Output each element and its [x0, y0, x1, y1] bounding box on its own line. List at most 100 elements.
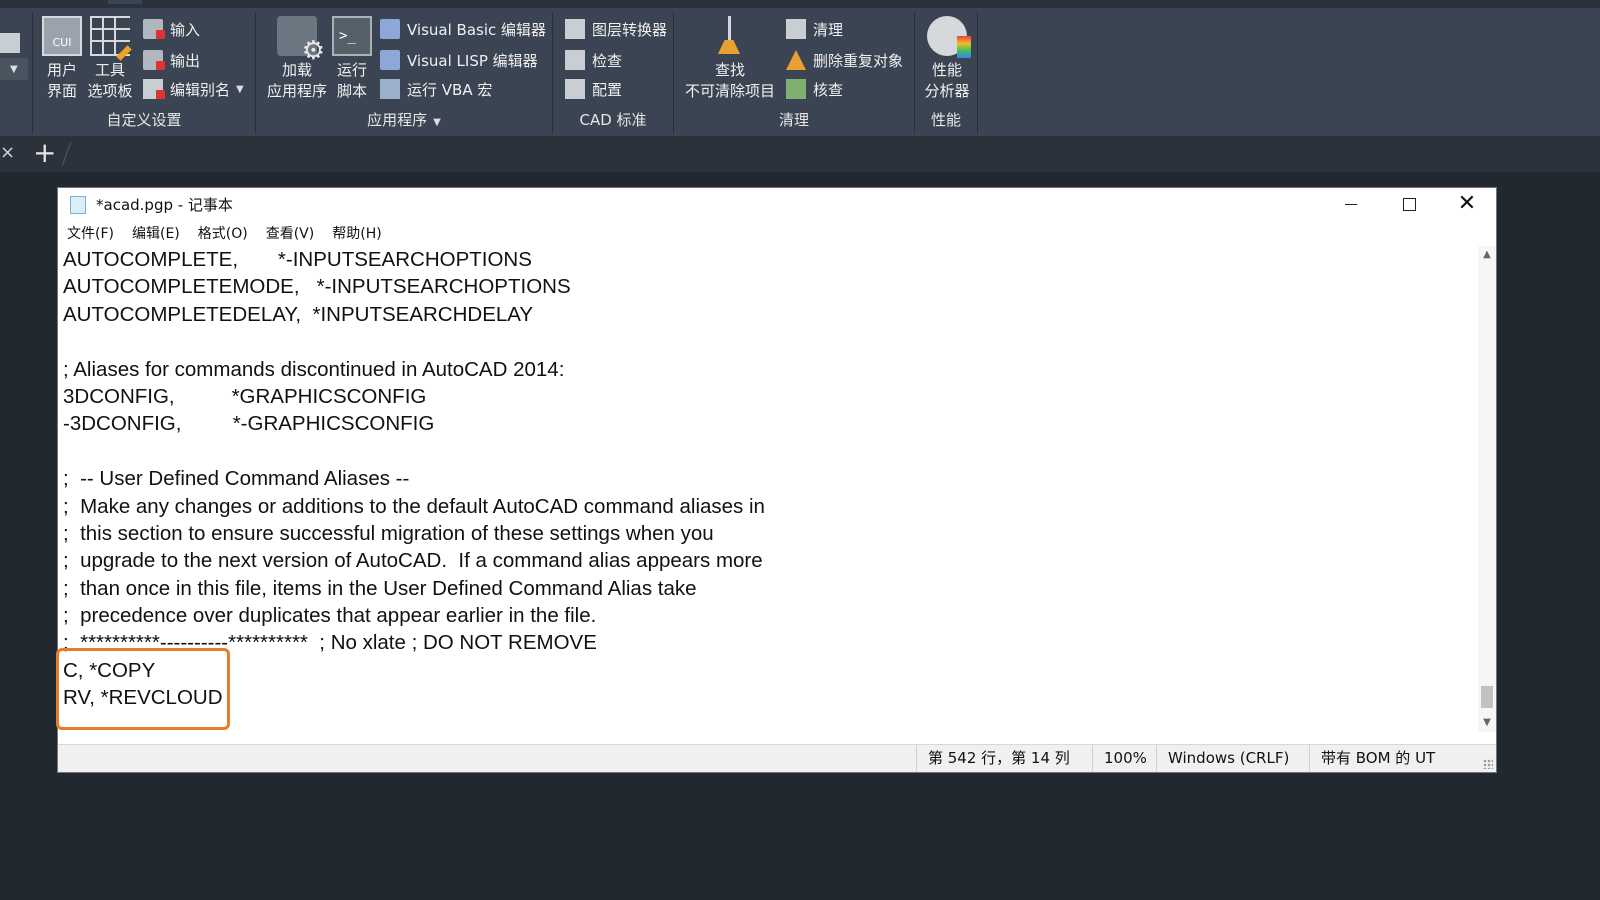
visual-lisp-icon [380, 50, 400, 70]
layer-translator-button[interactable]: 图层转换器 [565, 16, 667, 42]
text-line: ; Make any changes or additions to the d… [63, 494, 765, 518]
ribbon-tab[interactable] [244, 0, 278, 4]
resize-grip-icon[interactable] [1483, 759, 1493, 769]
find-nonpurgeable-button[interactable]: 查找 不可清除项目 [678, 16, 782, 102]
scroll-thumb[interactable] [1481, 686, 1493, 708]
gear-icon [277, 16, 325, 62]
import-button[interactable]: 输入 [143, 16, 200, 42]
new-tab-button[interactable]: + [33, 136, 56, 170]
panel-customize-label: 自定义设置 [106, 111, 182, 129]
purge-icon [786, 19, 806, 39]
document-tab-bar: × + [0, 136, 1600, 172]
configure-standards-icon [565, 79, 585, 99]
menu-format[interactable]: 格式(O) [189, 221, 257, 245]
text-line: RV, *REVCLOUD [63, 686, 223, 710]
ribbon-tab[interactable] [176, 0, 210, 4]
ribbon-tab[interactable] [312, 0, 346, 4]
text-line: AUTOCOMPLETEDELAY, *INPUTSEARCHDELAY [63, 302, 534, 326]
configure-standards-button[interactable]: 配置 [565, 76, 622, 102]
audit-label: 核查 [813, 80, 844, 99]
purge-button[interactable]: 清理 [786, 16, 843, 42]
overkill-button[interactable]: 删除重复对象 [786, 47, 903, 73]
check-standards-button[interactable]: 检查 [565, 47, 622, 73]
close-tab-icon[interactable]: × [0, 142, 15, 163]
text-line: AUTOCOMPLETEMODE, *-INPUTSEARCHOPTIONS [63, 275, 571, 299]
text-line: ; this section to ensure successful migr… [63, 521, 714, 545]
minimize-button[interactable] [1322, 188, 1380, 220]
vba-macro-icon [380, 79, 400, 99]
user-interface-label-2: 界面 [46, 82, 77, 100]
panel-customize: 用户 界面 工具 选项板 输入 输出 编辑别名 ▼ 自定义设置 [33, 8, 255, 136]
text-line: -3DCONFIG, *-GRAPHICSCONFIG [63, 412, 435, 436]
maximize-icon [1402, 197, 1416, 211]
panel-cad-standards-label: CAD 标准 [579, 111, 647, 129]
window-title: *acad.pgp - 记事本 [96, 196, 233, 214]
highlight-annotation [56, 648, 230, 730]
visual-lisp-editor-button[interactable]: Visual LISP 编辑器 [380, 47, 538, 73]
tool-palettes-button[interactable]: 工具 选项板 [85, 16, 135, 102]
cui-icon [42, 16, 82, 56]
layer-translator-label: 图层转换器 [592, 20, 668, 39]
chevron-down-icon: ▼ [433, 117, 441, 128]
performance-analyzer-label-1: 性能 [931, 61, 962, 79]
title-bar[interactable]: *acad.pgp - 记事本 ✕ [58, 188, 1496, 220]
check-standards-icon [565, 50, 585, 70]
text-editor[interactable]: AUTOCOMPLETE, *-INPUTSEARCHOPTIONS AUTOC… [58, 246, 1478, 732]
ribbon-tab-strip [0, 0, 1600, 8]
panel-cad-standards: 图层转换器 检查 配置 CAD 标准 [553, 8, 673, 136]
run-vba-macro-label: 运行 VBA 宏 [407, 80, 493, 99]
user-interface-label-1: 用户 [46, 61, 77, 79]
ribbon-tab[interactable] [40, 0, 74, 4]
visual-basic-icon [380, 19, 400, 39]
ribbon: ▼ 用户 界面 工具 选项板 输入 输出 编辑别名 ▼ 自定义设置 [0, 8, 1600, 136]
overkill-label: 删除重复对象 [813, 51, 904, 70]
user-interface-button[interactable]: 用户 界面 [37, 16, 87, 102]
visual-basic-editor-button[interactable]: Visual Basic 编辑器 [380, 16, 546, 42]
performance-analyzer-button[interactable]: 性能 分析器 [921, 16, 973, 102]
text-line: ; than once in this file, items in the U… [63, 576, 697, 600]
vertical-scrollbar[interactable]: ▲ ▼ [1478, 246, 1496, 732]
panel-applications-label[interactable]: 应用程序 ▼ [256, 109, 552, 130]
scroll-up-icon[interactable]: ▲ [1478, 246, 1496, 264]
status-bar: 第 542 行，第 14 列 100% Windows (CRLF) 带有 BO… [58, 744, 1496, 772]
performance-gauge-icon [927, 16, 971, 58]
menu-bar: 文件(F) 编辑(E) 格式(O) 查看(V) 帮助(H) [58, 221, 391, 245]
panel-purge-label: 清理 [778, 111, 809, 129]
panel-applications: 加载 应用程序 运行 脚本 Visual Basic 编辑器 Visual LI… [256, 8, 552, 136]
load-application-label-2: 应用程序 [266, 82, 327, 100]
ribbon-tab[interactable] [380, 0, 414, 4]
import-label: 输入 [170, 20, 201, 39]
run-vba-macro-button[interactable]: 运行 VBA 宏 [380, 76, 492, 102]
run-script-label-1: 运行 [336, 61, 367, 79]
panel-purge: 查找 不可清除项目 清理 删除重复对象 核查 清理 [674, 8, 914, 136]
text-line [58, 438, 1478, 465]
stub-dropdown[interactable]: ▼ [0, 58, 28, 80]
visual-lisp-editor-label: Visual LISP 编辑器 [407, 51, 538, 70]
audit-button[interactable]: 核查 [786, 76, 843, 102]
notepad-icon [70, 196, 86, 214]
menu-edit[interactable]: 编辑(E) [123, 221, 189, 245]
scroll-down-icon[interactable]: ▼ [1478, 714, 1496, 732]
import-icon [143, 19, 165, 39]
menu-view[interactable]: 查看(V) [257, 221, 324, 245]
menu-help[interactable]: 帮助(H) [323, 221, 390, 245]
notepad-window: *acad.pgp - 记事本 ✕ 文件(F) 编辑(E) 格式(O) 查看(V… [58, 188, 1496, 772]
broom-search-icon [710, 16, 750, 56]
run-script-button[interactable]: 运行 脚本 [332, 16, 372, 102]
stub-icon[interactable] [0, 30, 27, 56]
tool-palettes-label-1: 工具 [94, 61, 125, 79]
menu-file[interactable]: 文件(F) [58, 221, 123, 245]
ribbon-tab-active[interactable] [108, 0, 142, 4]
export-button[interactable]: 输出 [143, 47, 200, 73]
close-button[interactable]: ✕ [1438, 188, 1496, 220]
edit-aliases-button[interactable]: 编辑别名 ▼ [143, 76, 244, 102]
panel-performance-label: 性能 [930, 111, 961, 129]
purge-label: 清理 [813, 20, 844, 39]
load-application-button[interactable]: 加载 应用程序 [266, 16, 328, 102]
performance-analyzer-label-2: 分析器 [924, 82, 970, 100]
maximize-button[interactable] [1380, 188, 1438, 220]
chevron-down-icon: ▼ [236, 83, 244, 95]
status-line-ending: Windows (CRLF) [1156, 745, 1309, 772]
text-line: ; precedence over duplicates that appear… [63, 604, 597, 628]
edit-aliases-icon [143, 79, 165, 99]
